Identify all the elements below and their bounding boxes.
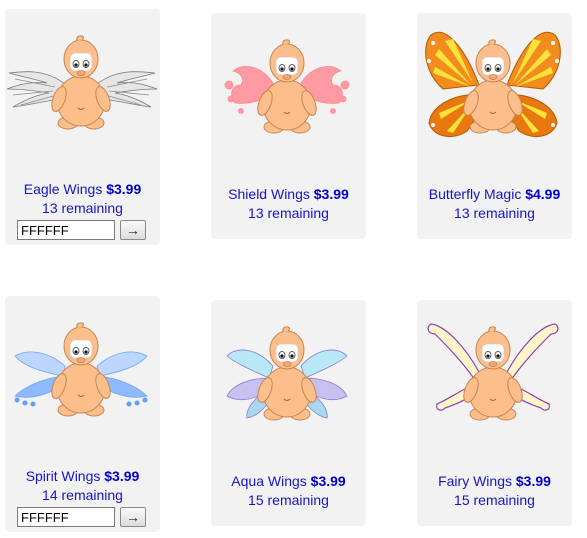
product-price: $3.99 xyxy=(310,473,346,489)
fairy-wings-icon[interactable] xyxy=(417,300,572,450)
product-remaining: 13 remaining xyxy=(454,205,535,221)
product-price: $3.99 xyxy=(515,473,551,489)
product-title[interactable]: Spirit Wings $3.99 xyxy=(5,468,160,485)
product-title[interactable]: Eagle Wings $3.99 xyxy=(5,181,160,198)
product-remaining: 13 remaining xyxy=(248,205,329,221)
product-remaining: 14 remaining xyxy=(42,487,123,503)
color-picker-row: → xyxy=(17,220,157,242)
product-card-eagle-wings[interactable]: Eagle Wings $3.99 13 remaining → xyxy=(5,9,160,245)
product-title[interactable]: Fairy Wings $3.99 xyxy=(417,473,572,490)
product-price: $3.99 xyxy=(106,181,142,197)
product-card-aqua-wings[interactable]: Aqua Wings $3.99 15 remaining xyxy=(211,300,366,526)
spirit-wings-icon[interactable] xyxy=(5,296,160,446)
product-remaining: 15 remaining xyxy=(248,492,329,508)
product-name[interactable]: Spirit Wings xyxy=(26,468,101,484)
butterfly-wings-icon[interactable] xyxy=(417,13,572,163)
apply-color-button[interactable]: → xyxy=(120,507,146,527)
product-price: $3.99 xyxy=(104,468,140,484)
product-name[interactable]: Fairy Wings xyxy=(438,473,512,489)
product-card-butterfly-magic[interactable]: Butterfly Magic $4.99 13 remaining xyxy=(417,13,572,239)
product-name[interactable]: Eagle Wings xyxy=(24,181,103,197)
apply-color-button[interactable]: → xyxy=(120,220,146,240)
shield-wings-icon[interactable] xyxy=(211,13,366,163)
product-price: $3.99 xyxy=(313,186,349,202)
product-card-shield-wings[interactable]: Shield Wings $3.99 13 remaining xyxy=(211,13,366,239)
color-picker-row: → xyxy=(17,507,157,529)
eagle-wings-icon[interactable] xyxy=(5,9,160,159)
product-title[interactable]: Butterfly Magic $4.99 xyxy=(417,186,572,203)
product-title[interactable]: Shield Wings $3.99 xyxy=(211,186,366,203)
product-title[interactable]: Aqua Wings $3.99 xyxy=(211,473,366,490)
product-remaining: 13 remaining xyxy=(42,200,123,216)
color-hex-input[interactable] xyxy=(17,507,115,527)
product-price: $4.99 xyxy=(525,186,561,202)
aqua-wings-icon[interactable] xyxy=(211,300,366,450)
product-card-spirit-wings[interactable]: Spirit Wings $3.99 14 remaining → xyxy=(5,296,160,532)
color-hex-input[interactable] xyxy=(17,220,115,240)
product-name[interactable]: Butterfly Magic xyxy=(429,186,522,202)
product-card-fairy-wings[interactable]: Fairy Wings $3.99 15 remaining xyxy=(417,300,572,526)
product-name[interactable]: Aqua Wings xyxy=(231,473,306,489)
product-remaining: 15 remaining xyxy=(454,492,535,508)
product-name[interactable]: Shield Wings xyxy=(228,186,310,202)
